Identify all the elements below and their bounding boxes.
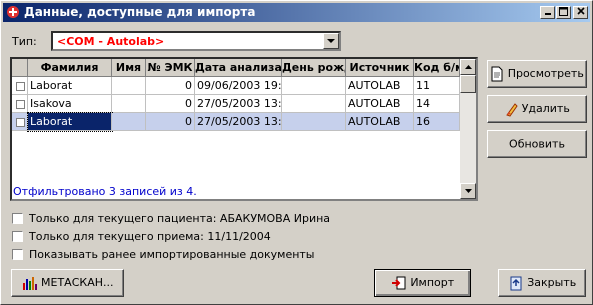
window-title: Данные, доступные для импорта	[24, 5, 256, 19]
scroll-thumb[interactable]	[460, 75, 476, 93]
show-imported-checkbox[interactable]	[12, 249, 23, 260]
close-window-button[interactable]	[573, 6, 588, 19]
cell-code: 16	[414, 113, 460, 131]
type-dropdown-button[interactable]	[323, 33, 339, 49]
arrow-down-icon	[464, 189, 472, 193]
metascan-button[interactable]: МЕТАСКАН...	[11, 269, 124, 297]
cell-emk: 0	[146, 95, 195, 113]
refresh-button-label: Обновить	[509, 137, 565, 151]
scroll-down-button[interactable]	[460, 183, 476, 199]
minimize-icon	[544, 13, 551, 15]
current-patient-checkbox[interactable]	[12, 213, 23, 224]
type-select-value: <COM - Autolab>	[57, 35, 165, 48]
cell-emk: 0	[146, 77, 195, 95]
column-header-name[interactable]: Имя	[112, 59, 146, 77]
import-table: Фамилия Имя № ЭМК Дата анализа День рожд…	[10, 57, 478, 201]
row-checkbox[interactable]	[12, 113, 28, 131]
cell-source: AUTOLAB	[346, 95, 414, 113]
cell-source: AUTOLAB	[346, 113, 414, 131]
import-button-label: Импорт	[410, 276, 455, 289]
cell-code: 14	[414, 95, 460, 113]
column-header-birthday[interactable]: День рожд.	[282, 59, 346, 77]
maximize-icon	[559, 7, 568, 16]
column-header-code[interactable]: Код б/м	[414, 59, 460, 77]
app-icon	[7, 6, 19, 18]
cell-date: 27/05/2003 13:42:	[195, 113, 282, 131]
current-visit-label: Только для текущего приема: 11/11/2004	[29, 230, 271, 243]
close-button-label: Закрыть	[527, 276, 577, 289]
document-icon	[491, 66, 503, 82]
metascan-button-label: МЕТАСКАН...	[41, 276, 114, 289]
cell-name	[112, 77, 146, 95]
cell-birthday	[282, 77, 346, 95]
cell-date: 27/05/2003 13:42:	[195, 95, 282, 113]
column-header-source[interactable]: Источник	[346, 59, 414, 77]
show-imported-label: Показывать ранее импортированные докумен…	[29, 248, 315, 261]
column-header-emk[interactable]: № ЭМК	[146, 59, 195, 77]
close-icon	[576, 7, 585, 15]
row-indicator-header	[12, 59, 28, 77]
title-bar[interactable]: Данные, доступные для импорта	[3, 3, 590, 22]
column-header-date[interactable]: Дата анализа	[195, 59, 282, 77]
exit-door-icon	[510, 276, 522, 291]
import-dialog: Данные, доступные для импорта Тип: <COM …	[0, 0, 593, 305]
bar-chart-icon	[22, 277, 37, 290]
cell-birthday	[282, 113, 346, 131]
view-button-label: Просмотреть	[507, 67, 584, 80]
vertical-scrollbar[interactable]	[460, 59, 476, 199]
current-patient-label: Только для текущего пациента: АБАКУМОВА …	[29, 212, 331, 225]
cell-name	[112, 95, 146, 113]
cell-name	[112, 113, 146, 131]
minimize-button[interactable]	[540, 6, 555, 19]
column-header-surname[interactable]: Фамилия	[28, 59, 112, 77]
filter-status: Отфильтровано 3 записей из 4.	[13, 185, 197, 198]
import-icon	[391, 276, 406, 290]
cell-birthday	[282, 95, 346, 113]
chevron-down-icon	[327, 39, 335, 43]
cell-surname: Laborat	[28, 77, 112, 95]
view-button[interactable]: Просмотреть	[487, 60, 587, 88]
cell-emk: 0	[146, 113, 195, 131]
cell-code: 11	[414, 77, 460, 95]
type-label: Тип:	[12, 35, 37, 48]
current-visit-checkbox[interactable]	[12, 231, 23, 242]
row-checkbox[interactable]	[12, 77, 28, 95]
close-button[interactable]: Закрыть	[498, 269, 586, 297]
refresh-button[interactable]: Обновить	[487, 130, 587, 158]
import-button[interactable]: Импорт	[374, 269, 471, 297]
type-select[interactable]: <COM - Autolab>	[51, 31, 341, 51]
cell-surname: Isakova	[28, 95, 112, 113]
row-checkbox[interactable]	[12, 95, 28, 113]
eraser-icon	[506, 103, 518, 117]
delete-button[interactable]: Удалить	[487, 95, 587, 123]
arrow-up-icon	[464, 65, 472, 69]
cell-surname: Laborat	[27, 112, 113, 132]
cell-date: 09/06/2003 19:21:	[195, 77, 282, 95]
maximize-button[interactable]	[556, 6, 571, 19]
scroll-up-button[interactable]	[460, 59, 476, 75]
cell-source: AUTOLAB	[346, 77, 414, 95]
delete-button-label: Удалить	[521, 102, 570, 115]
